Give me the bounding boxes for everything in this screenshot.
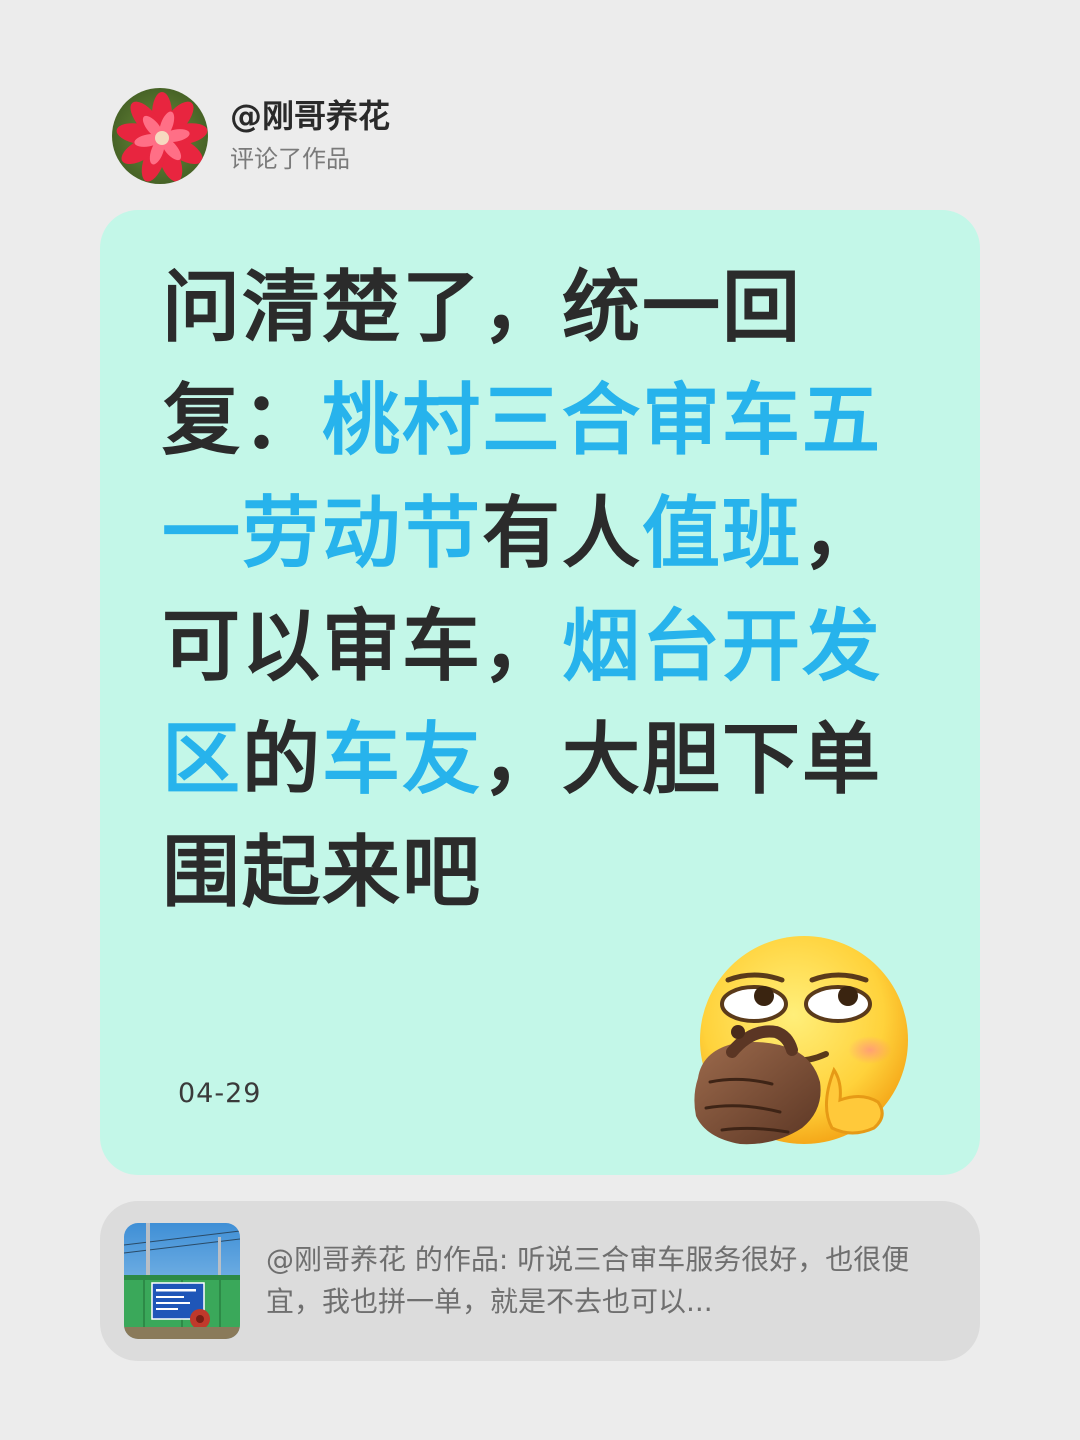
quoted-work-text: @刚哥养花 的作品: 听说三合审车服务很好，也很便宜，我也拼一单，就是不去也可以… <box>266 1243 910 1318</box>
quoted-work-card[interactable]: @刚哥养花 的作品: 听说三合审车服务很好，也很便宜，我也拼一单，就是不去也可以… <box>100 1201 980 1361</box>
comment-highlight: 车友 <box>322 715 483 805</box>
thinking-smirk-emoji-icon <box>692 932 912 1157</box>
username[interactable]: @刚哥养花 <box>230 96 390 136</box>
action-text: 评论了作品 <box>230 145 350 173</box>
comment-segment: 的 <box>242 715 323 805</box>
roadside-sign-photo-icon <box>124 1223 240 1339</box>
comment-date: 04-29 <box>178 1078 262 1109</box>
comment-segment: 有人 <box>482 489 643 579</box>
avatar[interactable] <box>112 88 208 184</box>
comment-text: 问清楚了，统一回复：桃村三合审车五一劳动节有人值班，可以审车，烟台开发区的车友，… <box>162 252 892 930</box>
comment-header: @刚哥养花 评论了作品 <box>112 88 390 184</box>
red-flower-avatar-icon <box>112 88 208 184</box>
comment-card: 问清楚了，统一回复：桃村三合审车五一劳动节有人值班，可以审车，烟台开发区的车友，… <box>100 210 980 1175</box>
comment-highlight: 值班 <box>642 489 803 579</box>
